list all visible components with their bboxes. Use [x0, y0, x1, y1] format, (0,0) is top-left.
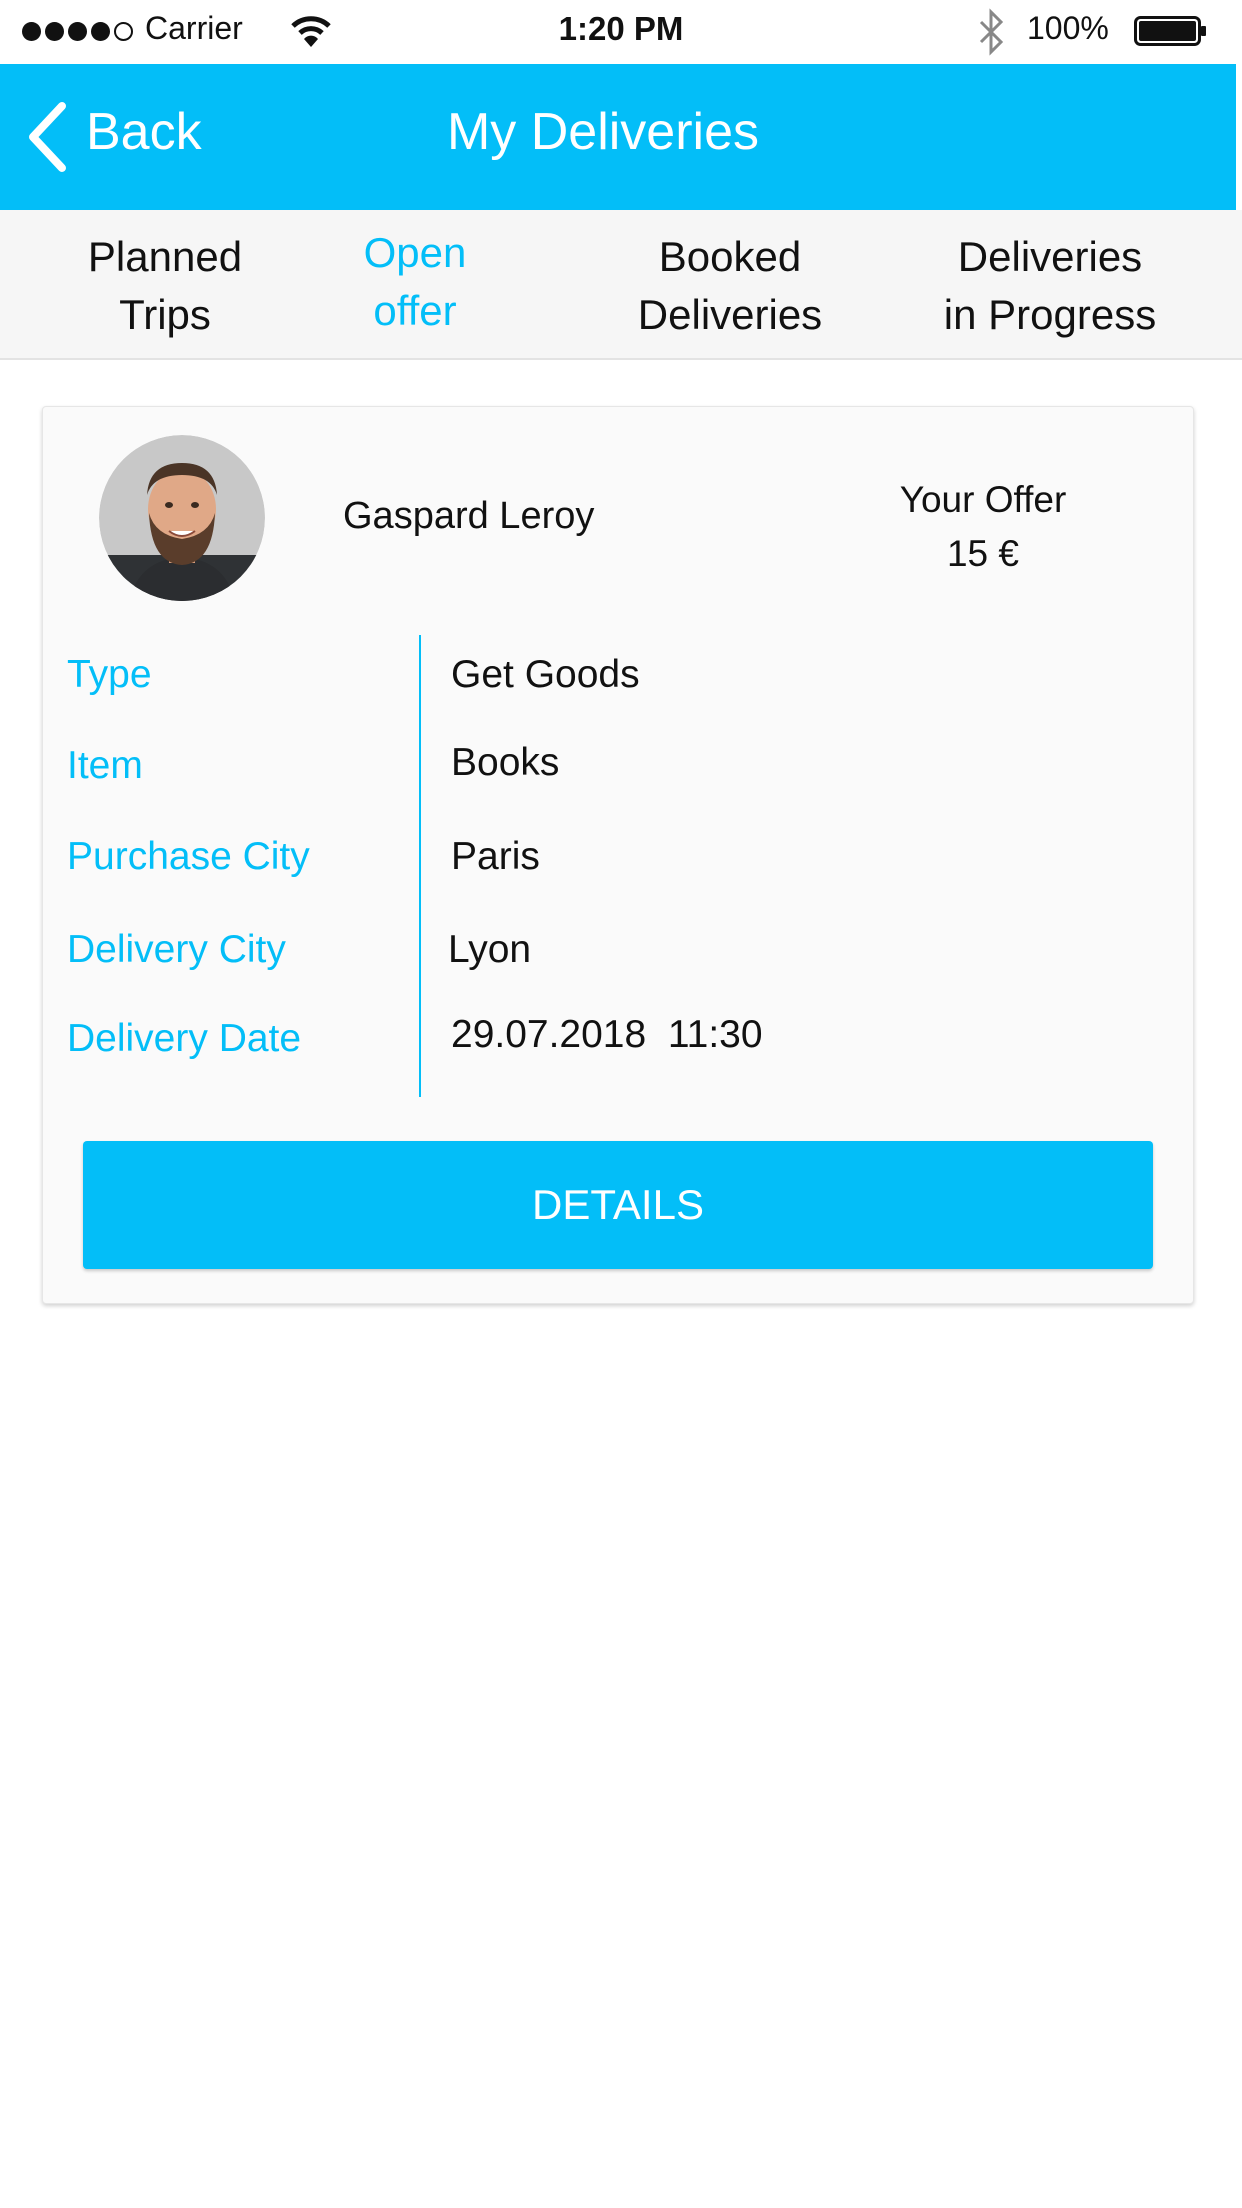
tab-label-line1: Deliveries [957, 233, 1143, 280]
delivery-date-label: Delivery Date [67, 1017, 302, 1060]
tab-booked-deliveries[interactable]: Booked Deliveries [600, 228, 860, 344]
tab-label-line2: in Progress [943, 291, 1157, 338]
page-title: My Deliveries [446, 103, 760, 161]
app-header: Back My Deliveries [0, 64, 1236, 210]
column-divider [419, 635, 421, 1097]
status-bar: Carrier 1:20 PM 100% [0, 0, 1242, 64]
offer-card: Gaspard Leroy Your Offer 15 € Type Get G… [42, 406, 1194, 1304]
battery-percentage: 100% [1027, 10, 1109, 46]
tab-open-offer[interactable]: Open offer [300, 224, 530, 340]
tab-label-line1: Booked [658, 233, 802, 280]
battery-icon [1134, 16, 1206, 46]
tab-label-line1: Open [363, 229, 467, 276]
type-label: Type [67, 653, 152, 696]
offer-summary: Your Offer 15 € [893, 473, 1073, 581]
details-button[interactable]: DETAILS [83, 1141, 1153, 1269]
item-label: Item [67, 744, 143, 787]
delivery-city-value: Lyon [448, 928, 532, 971]
tab-label-line2: Deliveries [637, 291, 823, 338]
user-name: Gaspard Leroy [343, 495, 595, 537]
type-value: Get Goods [451, 653, 640, 696]
offer-label: Your Offer [899, 479, 1067, 520]
tab-label-line2: Trips [119, 291, 211, 338]
delivery-city-label: Delivery City [67, 928, 286, 971]
purchase-city-value: Paris [451, 835, 540, 878]
offer-price: 15 € [946, 533, 1019, 574]
tab-label-line1: Planned [87, 233, 243, 280]
purchase-city-label: Purchase City [67, 835, 310, 878]
avatar [99, 435, 265, 601]
tab-bar: Planned Trips Open offer Booked Deliveri… [0, 210, 1242, 360]
item-value: Books [451, 741, 560, 784]
delivery-date-value: 29.07.2018 11:30 [451, 1013, 763, 1056]
tab-planned-trips[interactable]: Planned Trips [40, 228, 290, 344]
bluetooth-icon [979, 8, 1004, 56]
tab-label-line2: offer [373, 287, 457, 334]
tab-deliveries-in-progress[interactable]: Deliveries in Progress [910, 228, 1190, 344]
